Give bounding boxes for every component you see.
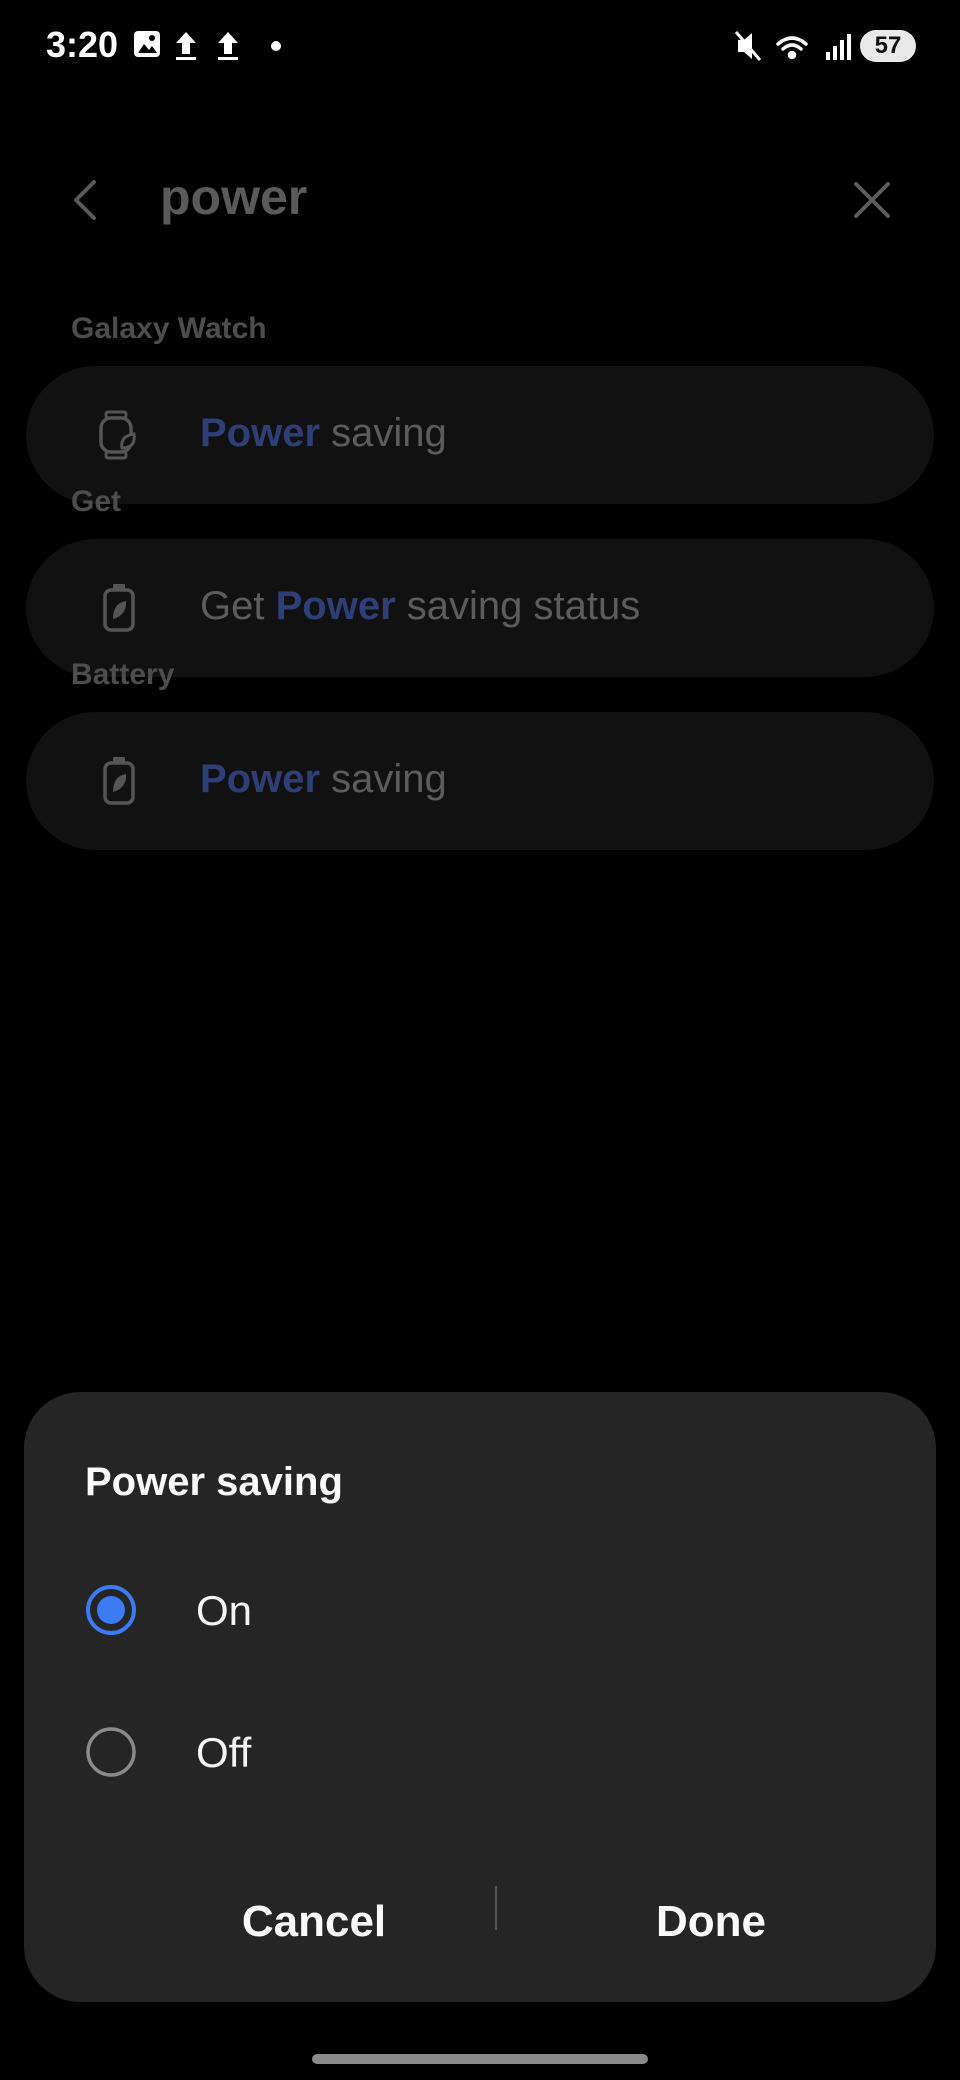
mute-icon xyxy=(734,31,762,61)
dot-icon xyxy=(271,41,281,51)
done-button[interactable]: Done xyxy=(541,1872,881,1972)
result-text: Power saving xyxy=(200,411,447,455)
dialog-title: Power saving xyxy=(85,1460,343,1504)
radio-label-on: On xyxy=(196,1587,253,1634)
signal-icon xyxy=(826,34,851,60)
close-icon[interactable] xyxy=(844,172,900,228)
section-label-get: Get xyxy=(71,485,122,518)
upload-icon xyxy=(218,32,238,60)
battery-leaf-icon xyxy=(103,757,135,805)
highlight-text: Power xyxy=(200,411,321,455)
result-item-get-power-saving-status[interactable]: Get Power saving status xyxy=(26,539,934,677)
radio-option-on[interactable]: On xyxy=(24,1550,936,1670)
result-text: Power saving xyxy=(200,757,447,801)
button-divider xyxy=(495,1886,497,1930)
image-icon xyxy=(134,31,160,57)
section-label-battery: Battery xyxy=(71,658,175,691)
highlight-text: Power xyxy=(200,757,321,801)
watch-icon xyxy=(99,410,136,460)
section-label-galaxy-watch: Galaxy Watch xyxy=(71,312,267,345)
result-item-battery-power-saving[interactable]: Power saving xyxy=(26,712,934,850)
back-arrow-icon[interactable] xyxy=(60,172,116,228)
notification-icons xyxy=(134,31,281,60)
system-status-icons xyxy=(734,31,851,61)
battery-leaf-icon xyxy=(103,584,135,632)
upload-icon xyxy=(176,32,196,60)
status-time: 3:20 xyxy=(46,24,119,65)
wifi-icon xyxy=(776,36,808,60)
radio-selected-icon[interactable] xyxy=(85,1584,137,1636)
radio-label-off: Off xyxy=(196,1729,252,1776)
power-saving-dialog: Power saving On Off Cancel Done xyxy=(24,1392,936,2002)
highlight-text: Power xyxy=(275,584,396,628)
radio-unselected-icon[interactable] xyxy=(85,1726,137,1778)
search-input[interactable]: power xyxy=(160,168,307,226)
cancel-button[interactable]: Cancel xyxy=(144,1872,484,1972)
navigation-handle[interactable] xyxy=(312,2054,648,2064)
result-text: Get Power saving status xyxy=(200,584,641,628)
radio-option-off[interactable]: Off xyxy=(24,1692,936,1812)
status-bar: 3:20 57 xyxy=(0,0,960,90)
battery-icon: 57 xyxy=(860,30,916,62)
search-header: power xyxy=(0,150,960,250)
result-item-watch-power-saving[interactable]: Power saving xyxy=(26,366,934,504)
